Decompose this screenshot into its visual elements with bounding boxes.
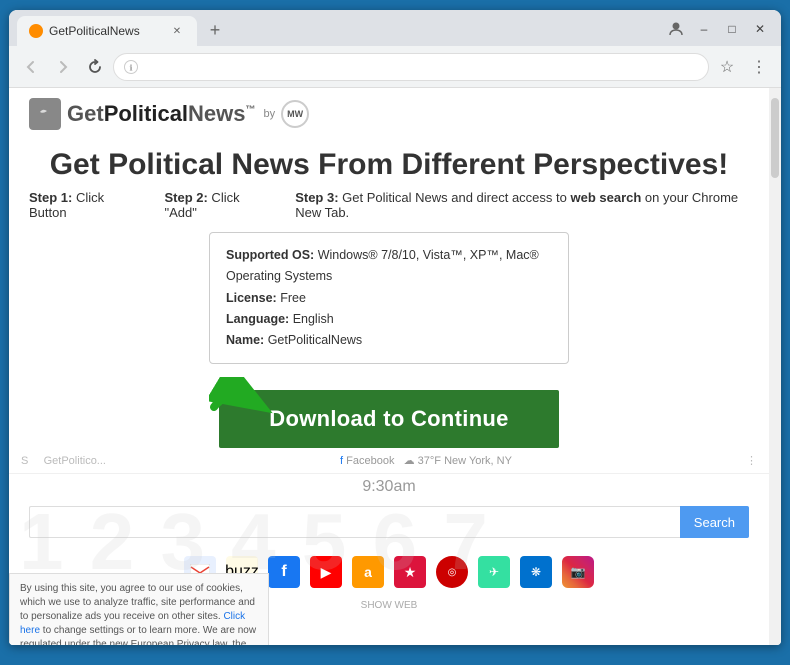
active-tab[interactable]: GetPoliticalNews ✕: [17, 16, 197, 46]
site-logo: GetPoliticalNews™ by MW: [29, 98, 309, 130]
back-button[interactable]: [17, 53, 45, 81]
hero-title: Get Political News From Different Perspe…: [29, 148, 749, 182]
maximize-button[interactable]: □: [719, 16, 745, 42]
scrollbar-thumb: [771, 98, 779, 178]
browser-menu-button[interactable]: ⋮: [745, 53, 773, 81]
time-display: 9:30am: [9, 478, 769, 496]
browser-window: GetPoliticalNews ✕ + – □ ✕ ℹ ☆ ⋮: [9, 10, 781, 645]
minimize-button[interactable]: –: [691, 16, 717, 42]
instagram-icon[interactable]: 📷: [562, 556, 594, 588]
license-value: Free: [280, 291, 306, 305]
svg-text:ℹ: ℹ: [129, 63, 132, 72]
window-controls: – □ ✕: [663, 16, 773, 46]
license-label: License:: [226, 291, 277, 305]
behind-end: ⋮: [746, 454, 757, 467]
behind-row: S GetPolitico... f Facebook ☁ 37°F New Y…: [9, 448, 769, 474]
download-area: Download to Continue: [9, 372, 769, 448]
language-value: English: [293, 312, 334, 326]
logo-by: by: [264, 108, 276, 120]
behind-left: S GetPolitico...: [21, 455, 106, 467]
language-label: Language:: [226, 312, 289, 326]
steps-bar: Step 1: Click Button Step 2: Click "Add"…: [29, 190, 749, 220]
info-language: Language: English: [226, 309, 552, 330]
logo-get: Get: [67, 101, 104, 126]
step-1: Step 1: Click Button: [29, 190, 134, 220]
page-content: GetPoliticalNews™ by MW Get Political Ne…: [9, 88, 769, 645]
logo-tm: ™: [246, 105, 256, 116]
cookie-settings-link[interactable]: Click here: [20, 611, 245, 636]
logo-news-text: News: [188, 101, 245, 126]
scrollbar[interactable]: [769, 88, 781, 645]
new-tab-button[interactable]: +: [201, 16, 229, 44]
address-bar: ℹ ☆ ⋮: [9, 46, 781, 88]
page-behind: S GetPolitico... f Facebook ☁ 37°F New Y…: [9, 448, 769, 645]
close-window-button[interactable]: ✕: [747, 16, 773, 42]
browser-content: GetPoliticalNews™ by MW Get Political Ne…: [9, 88, 781, 645]
tab-close-button[interactable]: ✕: [169, 23, 185, 39]
bottom-row: By using this site, you agree to our use…: [9, 615, 769, 645]
refresh-button[interactable]: [81, 53, 109, 81]
step-3: Step 3: Get Political News and direct ac…: [295, 190, 749, 220]
search-button[interactable]: Search: [680, 506, 749, 538]
forward-button[interactable]: [49, 53, 77, 81]
bookmark-button[interactable]: ☆: [713, 53, 741, 81]
url-bar[interactable]: ℹ: [113, 53, 709, 81]
arrow-icon: [209, 377, 289, 437]
info-supported: Supported OS: Windows® 7/8/10, Vista™, X…: [226, 245, 552, 288]
info-license: License: Free: [226, 288, 552, 309]
behind-right: f Facebook ☁ 37°F New York, NY: [340, 454, 512, 467]
name-label: Name:: [226, 333, 264, 347]
logo-political: Political: [104, 101, 188, 126]
title-bar: GetPoliticalNews ✕ + – □ ✕: [9, 10, 781, 46]
logo-text: GetPoliticalNews™: [67, 101, 256, 127]
mw-badge: MW: [281, 100, 309, 128]
lock-icon: ℹ: [124, 60, 138, 74]
name-value: GetPoliticalNews: [268, 333, 362, 347]
walmart-icon[interactable]: ❋: [520, 556, 552, 588]
profile-button[interactable]: [663, 16, 689, 42]
tab-favicon: [29, 24, 43, 38]
arrow-container: [209, 377, 289, 442]
info-name: Name: GetPoliticalNews: [226, 330, 552, 351]
logo-icon: [29, 98, 61, 130]
cookie-notice: By using this site, you agree to our use…: [9, 573, 269, 645]
supported-label: Supported OS:: [226, 248, 314, 262]
cookie-text: By using this site, you agree to our use…: [20, 583, 256, 645]
site-header: GetPoliticalNews™ by MW: [9, 88, 769, 136]
hero-section: Get Political News From Different Perspe…: [9, 136, 769, 372]
tab-title: GetPoliticalNews: [49, 24, 163, 38]
info-box: Supported OS: Windows® 7/8/10, Vista™, X…: [209, 232, 569, 364]
step-2: Step 2: Click "Add": [164, 190, 265, 220]
